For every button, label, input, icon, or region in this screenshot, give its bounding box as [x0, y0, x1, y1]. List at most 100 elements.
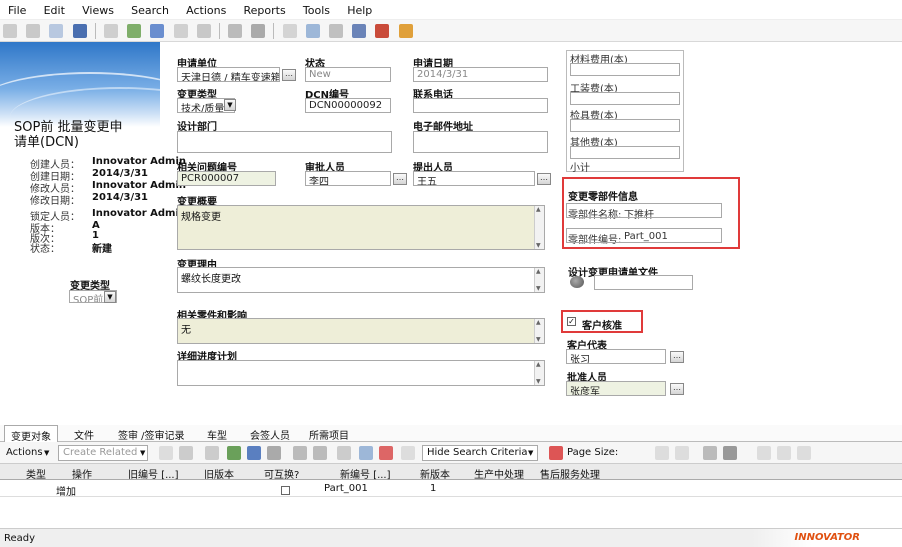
menu-reports[interactable]: Reports — [236, 0, 292, 17]
column-header[interactable]: 旧编号 [...] — [128, 466, 179, 481]
view-icon[interactable] — [703, 446, 717, 460]
scrollbar[interactable] — [534, 319, 544, 343]
page-icon[interactable] — [655, 446, 669, 460]
pick-icon[interactable] — [179, 446, 193, 460]
cost-field[interactable] — [570, 63, 680, 76]
mail-icon[interactable] — [196, 24, 211, 38]
excel-icon[interactable] — [127, 24, 142, 38]
tab-signoff[interactable]: 签审 /签审记录 — [116, 427, 187, 442]
unlock-icon[interactable] — [313, 446, 327, 460]
word-icon[interactable] — [247, 446, 261, 460]
paste-special-icon[interactable] — [797, 446, 811, 460]
save-icon[interactable] — [72, 24, 87, 38]
approver-picker-button[interactable]: … — [393, 173, 407, 185]
workflow-icon[interactable] — [352, 24, 367, 38]
final-approver-field[interactable]: 张彦军 — [566, 381, 666, 396]
lock-icon[interactable] — [293, 446, 307, 460]
open-icon[interactable] — [26, 24, 41, 38]
menu-actions[interactable]: Actions — [178, 0, 232, 17]
delete-icon[interactable] — [375, 24, 390, 38]
column-header[interactable]: 生产中处理 — [474, 466, 524, 481]
design-file-field[interactable] — [594, 275, 693, 290]
cost-field[interactable] — [570, 92, 680, 105]
chevron-down-icon[interactable]: ▼ — [224, 99, 236, 111]
menu-file[interactable]: File — [0, 0, 32, 17]
part-name-field[interactable] — [566, 203, 722, 218]
chevron-down-icon[interactable]: ▼ — [140, 449, 145, 457]
promote-icon[interactable] — [282, 24, 297, 38]
phone-field[interactable] — [413, 98, 548, 113]
chevron-down-icon[interactable]: ▼ — [44, 449, 49, 457]
cost-field[interactable] — [570, 146, 680, 159]
filter-settings-icon[interactable] — [549, 446, 563, 460]
tab-required-items[interactable]: 所需项目 — [307, 427, 351, 442]
column-header[interactable]: 旧版本 — [204, 466, 234, 481]
table-row[interactable]: 增加 Part_001 1 — [0, 481, 902, 498]
menu-edit[interactable]: Edit — [36, 0, 71, 17]
copy-icon[interactable] — [103, 24, 118, 38]
unlock-icon[interactable] — [251, 24, 266, 38]
menu-search[interactable]: Search — [123, 0, 175, 17]
affected-textarea[interactable]: 无 — [177, 318, 545, 344]
create-related-select[interactable]: Create Related — [58, 445, 148, 461]
apply-unit-field[interactable]: 天津日德 / 精车变速箱 — [177, 67, 280, 82]
related-no-field[interactable]: PCR000007 — [177, 171, 276, 186]
hide-search-criteria-button[interactable]: Hide Search Criteria — [422, 445, 538, 461]
word-icon[interactable] — [150, 24, 165, 38]
promote-icon[interactable] — [337, 446, 351, 460]
scrollbar[interactable] — [534, 268, 544, 292]
scrollbar[interactable] — [534, 361, 544, 385]
tab-vehicle[interactable]: 车型 — [205, 427, 229, 442]
column-header[interactable]: 售后服务处理 — [540, 466, 600, 481]
filter-icon[interactable] — [401, 446, 415, 460]
refresh-icon[interactable] — [329, 24, 343, 38]
print-icon[interactable] — [173, 24, 188, 38]
column-header[interactable]: 可互换? — [264, 466, 299, 481]
design-dept-field[interactable] — [177, 131, 392, 153]
apply-date-field[interactable]: 2014/3/31 — [413, 67, 548, 82]
search-icon[interactable] — [305, 24, 320, 38]
column-header[interactable]: 新编号 [...] — [340, 466, 391, 481]
schedule-textarea[interactable] — [177, 360, 545, 386]
actions-menu[interactable]: Actions — [6, 447, 43, 458]
chevron-down-icon[interactable]: ▼ — [104, 291, 116, 303]
copy-icon[interactable] — [757, 446, 771, 460]
row-new-version-cell[interactable]: 1 — [430, 483, 436, 494]
new-icon[interactable] — [3, 24, 17, 38]
paste-icon[interactable] — [777, 446, 791, 460]
final-approver-picker-button[interactable]: … — [670, 383, 684, 395]
tab-change-objects[interactable]: 变更对象 — [4, 425, 58, 443]
menu-views[interactable]: Views — [74, 0, 120, 17]
tab-countersign[interactable]: 会签人员 — [248, 427, 292, 442]
column-header[interactable]: 操作 — [72, 466, 92, 481]
summary-textarea[interactable]: 规格变更 — [177, 205, 545, 250]
grid-icon[interactable] — [723, 446, 737, 460]
new-row-icon[interactable] — [159, 446, 173, 460]
edit-icon[interactable] — [49, 24, 64, 38]
apply-unit-picker-button[interactable]: … — [282, 69, 296, 81]
file-icon[interactable] — [570, 276, 584, 288]
reason-textarea[interactable]: 螺纹长度更改 — [177, 267, 545, 293]
row-action-cell[interactable]: 增加 — [56, 483, 76, 498]
menu-help[interactable]: Help — [339, 0, 378, 17]
lock-icon[interactable] — [228, 24, 243, 38]
menu-tools[interactable]: Tools — [295, 0, 336, 17]
search-icon[interactable] — [359, 446, 373, 460]
part-no-field[interactable] — [566, 228, 722, 243]
customer-rep-field[interactable]: 张习 — [566, 349, 666, 364]
scrollbar[interactable] — [534, 206, 544, 249]
column-header[interactable]: 新版本 — [420, 466, 450, 481]
cost-field[interactable] — [570, 119, 680, 132]
excel-icon[interactable] — [227, 446, 241, 460]
email-field[interactable] — [413, 131, 548, 153]
row-new-number-cell[interactable]: Part_001 — [324, 483, 368, 494]
tools-icon[interactable] — [398, 24, 413, 38]
approver-field[interactable]: 李四 — [305, 171, 391, 186]
chevron-down-icon[interactable]: ▼ — [528, 449, 533, 457]
customer-approval-checkbox[interactable]: ✓ — [567, 316, 576, 327]
column-header[interactable]: 类型 — [26, 466, 46, 481]
remove-icon[interactable] — [205, 446, 219, 460]
clear-search-icon[interactable] — [379, 446, 393, 460]
customer-rep-picker-button[interactable]: … — [670, 351, 684, 363]
page-icon[interactable] — [675, 446, 689, 460]
